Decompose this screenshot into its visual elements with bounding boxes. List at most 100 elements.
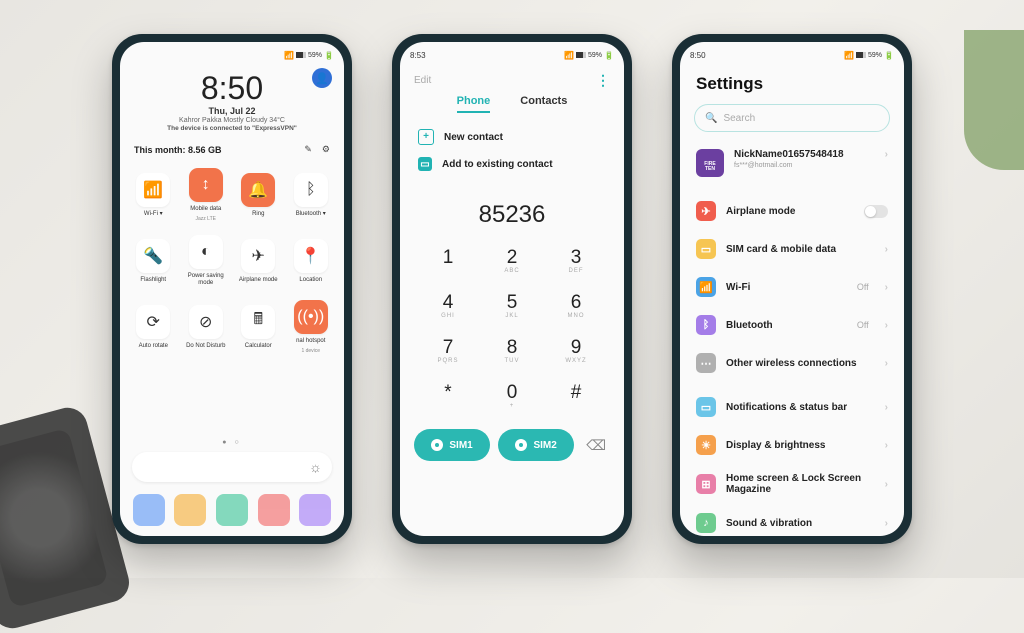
tab-contacts[interactable]: Contacts: [520, 95, 567, 113]
phone-quick-settings: 📶59%🔋 👤 8:50 Thu, Jul 22 Kahror Pakka Mo…: [112, 34, 352, 544]
edit-button[interactable]: Edit: [414, 75, 431, 86]
tile-label: Auto rotate: [139, 343, 168, 350]
key-6[interactable]: 6MNO: [544, 284, 608, 329]
chevron-icon: ›: [885, 402, 888, 413]
search-bar[interactable]: ☼: [132, 452, 332, 482]
settings-item-sim[interactable]: ▭SIM card & mobile data›: [694, 230, 890, 268]
profile-avatar[interactable]: 👤: [312, 68, 332, 88]
dock-app-4[interactable]: [258, 494, 290, 526]
sound-icon: ♪: [696, 513, 716, 533]
bt-icon: ᛒ: [696, 315, 716, 335]
profile-icon: FIRETEN: [696, 149, 724, 177]
qs-tile-rotate[interactable]: ⟳ Auto rotate: [128, 295, 179, 359]
more-icon[interactable]: ⋮: [596, 72, 610, 89]
add-existing-button[interactable]: ▭ Add to existing contact: [418, 151, 606, 177]
settings-item-wifi[interactable]: 📶Wi-FiOff›: [694, 268, 890, 306]
flash-icon: 🔦: [136, 239, 170, 273]
notif-icon: ▭: [696, 397, 716, 417]
profile-name: NickName01657548418: [734, 149, 869, 160]
sim1-call-button[interactable]: SIM1: [414, 429, 490, 461]
key-*[interactable]: *: [416, 374, 480, 419]
settings-item-other[interactable]: ⋯Other wireless connections›: [694, 344, 890, 382]
key-#[interactable]: #: [544, 374, 608, 419]
phone-mockup-row: 📶59%🔋 👤 8:50 Thu, Jul 22 Kahror Pakka Mo…: [0, 0, 1024, 578]
settings-label: Home screen & Lock Screen Magazine: [726, 473, 869, 495]
dock-app-2[interactable]: [174, 494, 206, 526]
qs-tile-plane[interactable]: ✈Airplane mode: [233, 229, 284, 293]
key-0[interactable]: 0+: [480, 374, 544, 419]
chevron-icon: ›: [885, 440, 888, 451]
dnd-icon: ⊘: [189, 305, 223, 339]
calc-icon: 🖩: [241, 305, 275, 339]
brightness-icon[interactable]: ☼: [309, 459, 322, 475]
phone-settings: 8:50 📶59%🔋 Settings 🔍 Search FIRETEN Nic…: [672, 34, 912, 544]
settings-item-air[interactable]: ✈Airplane mode: [694, 192, 890, 230]
dock: [120, 488, 344, 536]
search-icon: 🔍: [705, 113, 717, 124]
sim2-call-button[interactable]: SIM2: [498, 429, 574, 461]
settings-item-bt[interactable]: ᛒBluetoothOff›: [694, 306, 890, 344]
profile-row[interactable]: FIRETEN NickName01657548418 fs***@hotmai…: [694, 140, 890, 186]
weather-text: Kahror Pakka Mostly Cloudy 34°C: [120, 117, 344, 124]
rotate-icon: ⟳: [136, 305, 170, 339]
qs-tile-power[interactable]: ◐ Power saving mode: [181, 229, 232, 293]
dock-app-5[interactable]: [299, 494, 331, 526]
new-contact-label: New contact: [444, 132, 503, 143]
qs-tile-bt[interactable]: ᛒBluetooth ▾: [286, 163, 337, 227]
settings-item-home[interactable]: ⊞Home screen & Lock Screen Magazine›: [694, 464, 890, 504]
edit-icon[interactable]: ✎: [304, 144, 312, 155]
add-existing-label: Add to existing contact: [442, 159, 553, 170]
chevron-icon: ›: [885, 149, 888, 160]
settings-item-notif[interactable]: ▭Notifications & status bar›: [694, 388, 890, 426]
key-1[interactable]: 1: [416, 239, 480, 284]
key-5[interactable]: 5JKL: [480, 284, 544, 329]
other-icon: ⋯: [696, 353, 716, 373]
settings-label: Sound & vibration: [726, 518, 869, 529]
qs-tile-ring[interactable]: 🔔Ring: [233, 163, 284, 227]
settings-label: Bluetooth: [726, 320, 847, 331]
chevron-icon: ›: [885, 244, 888, 255]
chevron-icon: ›: [885, 282, 888, 293]
tile-label: Power saving mode: [183, 273, 229, 286]
qs-tile-flash[interactable]: 🔦Flashlight: [128, 229, 179, 293]
key-9[interactable]: 9WXYZ: [544, 329, 608, 374]
toggle[interactable]: [864, 205, 888, 218]
tab-phone[interactable]: Phone: [457, 95, 491, 113]
settings-title: Settings: [680, 64, 904, 100]
key-3[interactable]: 3DEF: [544, 239, 608, 284]
key-7[interactable]: 7PQRS: [416, 329, 480, 374]
wifi-icon: 📶: [696, 277, 716, 297]
wifi-icon: 📶: [136, 173, 170, 207]
tile-label: Mobile data: [190, 206, 221, 213]
quick-settings-grid: 📶 Wi-Fi ▾ ↕Mobile dataJazz LTE🔔RingᛒBlueto…: [120, 163, 344, 439]
dock-app-1[interactable]: [133, 494, 165, 526]
backspace-icon[interactable]: ⌫: [582, 437, 610, 454]
new-contact-button[interactable]: + New contact: [418, 123, 606, 151]
settings-label: SIM card & mobile data: [726, 244, 869, 255]
settings-item-sound[interactable]: ♪Sound & vibration›: [694, 504, 890, 536]
qs-tile-dnd[interactable]: ⊘Do Not Disturb: [181, 295, 232, 359]
tile-label: Wi-Fi ▾: [144, 211, 163, 218]
settings-icon[interactable]: ⚙: [322, 144, 330, 155]
key-2[interactable]: 2ABC: [480, 239, 544, 284]
settings-item-disp[interactable]: ☀Display & brightness›: [694, 426, 890, 464]
qs-tile-wifi[interactable]: 📶 Wi-Fi ▾: [128, 163, 179, 227]
key-8[interactable]: 8TUV: [480, 329, 544, 374]
qs-tile-calc[interactable]: 🖩Calculator: [233, 295, 284, 359]
power-icon: ◐: [189, 235, 223, 269]
search-input[interactable]: 🔍 Search: [694, 104, 890, 132]
bt-icon: ᛒ: [294, 173, 328, 207]
key-4[interactable]: 4GHI: [416, 284, 480, 329]
status-bar: 📶59%🔋: [120, 42, 344, 64]
loc-icon: 📍: [294, 239, 328, 273]
chevron-icon: ›: [885, 320, 888, 331]
air-icon: ✈: [696, 201, 716, 221]
qs-tile-loc[interactable]: 📍Location: [286, 229, 337, 293]
search-placeholder: Search: [723, 113, 755, 124]
dock-app-3[interactable]: [216, 494, 248, 526]
settings-label: Display & brightness: [726, 440, 869, 451]
qs-tile-hotspot[interactable]: ((•))nal hotspot1 device: [286, 295, 337, 359]
tile-label: nal hotspot: [296, 338, 325, 345]
chevron-icon: ›: [885, 358, 888, 369]
qs-tile-data[interactable]: ↕Mobile dataJazz LTE: [181, 163, 232, 227]
